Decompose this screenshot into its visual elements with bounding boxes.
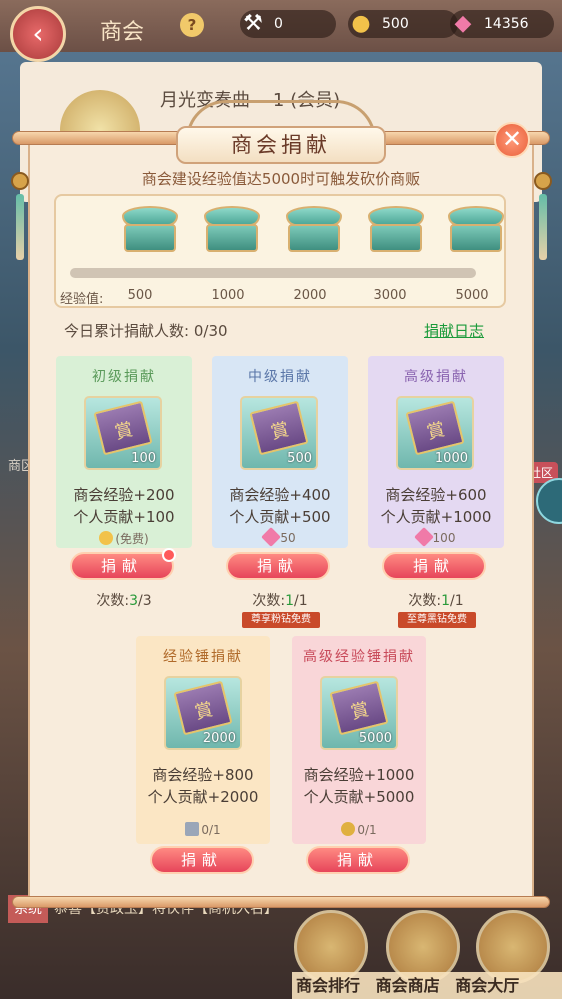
cost-label: 0/1 xyxy=(136,822,270,837)
card-title: 初级捐献 xyxy=(92,369,156,385)
item-count: 2000 xyxy=(202,731,236,746)
guild-exp-reward: 商会经验+600 xyxy=(385,486,487,504)
close-button[interactable]: ✕ xyxy=(494,122,530,158)
milestone-label: 500 xyxy=(127,288,153,303)
notification-dot xyxy=(162,548,176,562)
gem-count: 14356 xyxy=(484,16,529,32)
back-button[interactable]: ‹ xyxy=(10,6,66,62)
reward-chest-icon[interactable] xyxy=(122,206,178,256)
page-title: 商会 xyxy=(100,20,145,45)
card-high-hammer-donation: 高级经验锤捐献 5000 商会经验+1000 个人贡献+5000 0/1 xyxy=(292,636,426,844)
coin-resource: ● 500 xyxy=(348,10,458,38)
personal-contrib-reward: 个人贡献+2000 xyxy=(147,788,259,806)
vip-tag: 至尊黑钻免费 xyxy=(398,612,476,628)
reward-chest-icon[interactable] xyxy=(368,206,424,256)
back-arrow-icon: ‹ xyxy=(32,17,44,50)
exp-label: 经验值: xyxy=(60,292,104,307)
milestone-label: 5000 xyxy=(455,288,489,303)
card-title: 中级捐献 xyxy=(248,369,312,385)
cost-label: 0/1 xyxy=(292,822,426,837)
guild-exp-reward: 商会经验+200 xyxy=(73,486,175,504)
today-donors-value: 0/30 xyxy=(193,322,228,340)
personal-contrib-reward: 个人贡献+5000 xyxy=(303,788,415,806)
voucher-icon: 100 xyxy=(84,396,162,470)
bottom-nav: 商会排行 商会商店 商会大厅 xyxy=(292,972,562,999)
voucher-icon: 5000 xyxy=(320,676,398,750)
cost-label: (免费) xyxy=(56,530,192,547)
community-icon[interactable] xyxy=(536,478,562,524)
hammer-count: 0 xyxy=(274,16,283,32)
coin-icon: ● xyxy=(351,11,371,36)
guild-exp-reward: 商会经验+400 xyxy=(229,486,331,504)
card-title: 高级经验锤捐献 xyxy=(303,649,415,665)
tries-count: 次数:3/3 xyxy=(96,593,152,609)
milestone-label: 2000 xyxy=(293,288,327,303)
gem-icon: ◆ xyxy=(454,11,472,36)
modal-subtitle: 商会建设经验值达5000时可触发砍价商贩 xyxy=(141,170,421,188)
card-hammer-donation: 经验锤捐献 2000 商会经验+800 个人贡献+2000 0/1 xyxy=(136,636,270,844)
hammer-icon: ⚒ xyxy=(243,11,263,36)
personal-contrib-reward: 个人贡献+1000 xyxy=(380,508,492,526)
personal-contrib-reward: 个人贡献+100 xyxy=(73,508,175,526)
card-basic-donation: 初级捐献 100 商会经验+200 个人贡献+100 (免费) xyxy=(56,356,192,548)
nav-shop[interactable]: 商会商店 xyxy=(376,976,440,995)
donation-log-link[interactable]: 捐献日志 xyxy=(424,320,484,341)
guild-exp-reward: 商会经验+1000 xyxy=(303,766,415,784)
guild-exp-reward: 商会经验+800 xyxy=(152,766,254,784)
donate-button-basic[interactable]: 捐献 xyxy=(70,552,174,580)
tries-count: 次数:1/1 xyxy=(408,593,464,609)
gold-hammer-icon xyxy=(341,822,356,836)
card-mid-donation: 中级捐献 500 商会经验+400 个人贡献+500 50 xyxy=(212,356,348,548)
voucher-icon: 500 xyxy=(240,396,318,470)
item-count: 100 xyxy=(131,451,156,466)
scroll-rod-bottom xyxy=(12,896,550,908)
item-count: 5000 xyxy=(358,731,392,746)
exp-progress-bar xyxy=(70,268,476,278)
voucher-icon: 1000 xyxy=(396,396,474,470)
item-count: 500 xyxy=(287,451,312,466)
modal-title: 商会捐献 xyxy=(176,126,386,164)
donate-button-mid[interactable]: 捐献 xyxy=(226,552,330,580)
personal-contrib-reward: 个人贡献+500 xyxy=(229,508,331,526)
hammer-resource: ⚒ 0 xyxy=(240,10,336,38)
voucher-icon: 2000 xyxy=(164,676,242,750)
milestone-label: 1000 xyxy=(211,288,245,303)
coin-count: 500 xyxy=(382,16,409,32)
card-title: 经验锤捐献 xyxy=(163,649,243,665)
milestone-label: 3000 xyxy=(373,288,407,303)
donate-button-hammer[interactable]: 捐献 xyxy=(150,846,254,874)
card-title: 高级捐献 xyxy=(404,369,468,385)
nav-hall[interactable]: 商会大厅 xyxy=(455,976,519,995)
donate-button-high-hammer[interactable]: 捐献 xyxy=(306,846,410,874)
gem-icon xyxy=(413,527,434,547)
item-count: 1000 xyxy=(434,451,468,466)
reward-chest-icon[interactable] xyxy=(204,206,260,256)
today-donors: 今日累计捐献人数: 0/30 xyxy=(64,322,228,340)
nav-ranking[interactable]: 商会排行 xyxy=(296,976,360,995)
tries-count: 次数:1/1 xyxy=(252,593,308,609)
cost-label: 100 xyxy=(368,527,504,547)
gem-resource: ◆ 14356 xyxy=(450,10,554,38)
reward-chest-icon[interactable] xyxy=(286,206,342,256)
vip-tag: 尊享粉钻免费 xyxy=(242,612,320,628)
cost-label: 50 xyxy=(212,527,348,547)
help-icon[interactable]: ? xyxy=(180,13,204,37)
coin-icon xyxy=(99,531,114,545)
card-high-donation: 高级捐献 1000 商会经验+600 个人贡献+1000 100 xyxy=(368,356,504,548)
hammer-icon xyxy=(185,822,200,836)
reward-chest-icon[interactable] xyxy=(448,206,504,256)
close-icon: ✕ xyxy=(501,125,523,153)
donate-button-high[interactable]: 捐献 xyxy=(382,552,486,580)
gem-icon xyxy=(261,527,282,547)
